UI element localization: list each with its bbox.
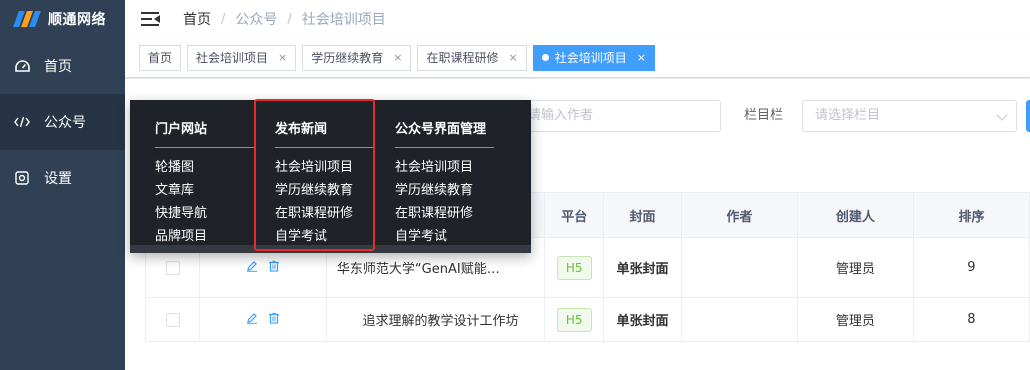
tag-label: 在职课程研修 (426, 51, 499, 65)
menu-column-portal: 门户网站 轮播图 文章库 快捷导航 品牌项目 (155, 118, 254, 248)
sidebar-item-label: 设置 (44, 171, 72, 187)
brand-logo-icon (13, 11, 44, 27)
breadcrumb-current: 社会培训项目 (301, 12, 386, 28)
row-platform-cell: H5 (544, 237, 605, 298)
chevron-down-icon (996, 109, 1008, 121)
tag-home[interactable]: 首页 (139, 44, 182, 71)
row-creator: 管理员 (796, 237, 914, 298)
delete-icon[interactable] (268, 260, 280, 272)
sidebar-item-home[interactable]: 首页 (0, 38, 125, 94)
table-header-platform: 平台 (544, 192, 605, 238)
settings-icon (14, 170, 30, 186)
sidebar-item-label: 首页 (44, 59, 72, 75)
highlight-box (254, 99, 375, 251)
breadcrumb: 首页 / 公众号 / 社会培训项目 (183, 9, 386, 29)
tag-label: 学历继续教育 (311, 51, 384, 65)
menu-item[interactable]: 轮播图 (155, 156, 254, 179)
row-platform-cell: H5 (544, 297, 605, 342)
dashboard-icon (14, 58, 30, 74)
row-author (680, 237, 798, 298)
row-checkbox[interactable] (165, 312, 180, 327)
hamburger-icon[interactable] (141, 12, 160, 26)
row-select-cell (144, 297, 201, 342)
tag-label: 首页 (148, 51, 173, 65)
column-select[interactable]: 请选择栏目 (802, 100, 1017, 132)
top-header: 首页 / 公众号 / 社会培训项目 (125, 0, 1030, 38)
tag-degree-education[interactable]: 学历继续教育 × (302, 44, 412, 71)
table-header-author: 作者 (680, 192, 798, 238)
column-label: 栏目栏 (744, 108, 784, 123)
menu-item[interactable]: 学历继续教育 (395, 179, 494, 202)
menu-column-title: 门户网站 (155, 122, 208, 137)
platform-badge: H5 (556, 255, 592, 280)
menu-divider (395, 147, 494, 148)
tag-social-training-active[interactable]: 社会培训项目 × (532, 44, 655, 71)
close-icon[interactable]: × (637, 51, 646, 64)
row-checkbox[interactable] (165, 260, 180, 275)
tag-in-service-course[interactable]: 在职课程研修 × (417, 44, 527, 71)
breadcrumb-official-account[interactable]: 公众号 (235, 9, 277, 29)
menu-column-title: 公众号界面管理 (395, 122, 487, 137)
code-icon (14, 114, 30, 130)
tag-label: 社会培训项目 (554, 51, 627, 65)
active-dot-icon (541, 54, 549, 61)
row-cover: 单张封面 (603, 297, 682, 342)
row-sort: 8 (912, 297, 1030, 342)
menu-item[interactable]: 社会培训项目 (395, 156, 494, 179)
row-sort: 9 (912, 237, 1030, 298)
menu-item[interactable]: 快捷导航 (155, 202, 254, 225)
tags-view: 首页 社会培训项目 × 学历继续教育 × 在职课程研修 × 社会培训项目 × (125, 38, 1030, 78)
table-header-cover: 封面 (603, 192, 682, 238)
tag-social-training[interactable]: 社会培训项目 × (187, 44, 297, 71)
author-input[interactable]: 请输入作者 (515, 100, 721, 132)
breadcrumb-separator: / (287, 11, 292, 27)
brand-name: 顺通网络 (48, 12, 106, 28)
row-creator: 管理员 (796, 297, 914, 342)
menu-item[interactable]: 在职课程研修 (395, 202, 494, 225)
search-button[interactable] (1026, 100, 1030, 132)
row-author (680, 297, 798, 342)
menu-divider (155, 147, 254, 148)
sidebar-item-label: 公众号 (44, 115, 86, 131)
sidebar-item-official-account[interactable]: 公众号 (0, 94, 125, 150)
delete-icon[interactable] (268, 312, 280, 324)
sidebar: 顺通网络 首页 公众号 设置 (0, 0, 125, 370)
close-icon[interactable]: × (278, 51, 287, 64)
platform-badge: H5 (556, 307, 592, 332)
tag-label: 社会培训项目 (196, 51, 269, 65)
menu-column-account-ui: 公众号界面管理 社会培训项目 学历继续教育 在职课程研修 自学考试 (395, 118, 494, 248)
breadcrumb-home[interactable]: 首页 (183, 9, 211, 29)
row-cover: 单张封面 (603, 237, 682, 298)
menu-item[interactable]: 文章库 (155, 179, 254, 202)
column-select-placeholder: 请选择栏目 (815, 108, 881, 123)
row-actions-cell (199, 297, 327, 342)
breadcrumb-separator: / (221, 11, 226, 27)
edit-icon[interactable] (246, 260, 258, 272)
sidebar-item-settings[interactable]: 设置 (0, 150, 125, 206)
table-header-sort: 排序 (912, 192, 1030, 238)
table-row: 追求理解的教学设计工作坊 H5 单张封面 管理员 8 (144, 297, 1030, 342)
close-icon[interactable]: × (393, 51, 402, 64)
row-title: 追求理解的教学设计工作坊 (325, 297, 546, 342)
brand-logo[interactable]: 顺通网络 (0, 0, 125, 38)
edit-icon[interactable] (246, 312, 258, 324)
table-header-creator: 创建人 (796, 192, 914, 238)
close-icon[interactable]: × (509, 51, 518, 64)
